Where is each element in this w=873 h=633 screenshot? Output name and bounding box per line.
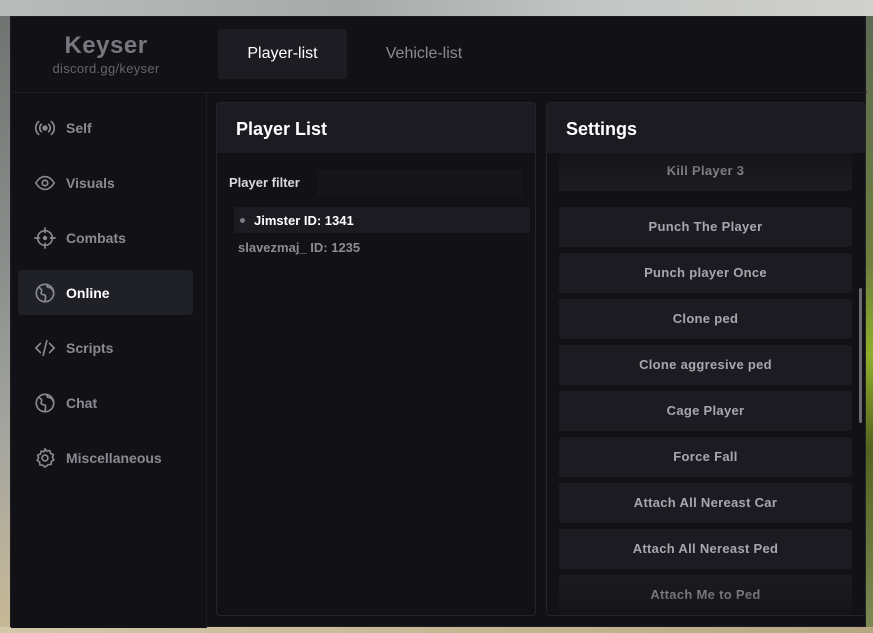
clone-ped-button[interactable]: Clone ped bbox=[559, 299, 852, 339]
globe-icon bbox=[34, 392, 56, 414]
sidebar-item-label: Chat bbox=[66, 394, 98, 411]
attach-all-nearest-ped-button[interactable]: Attach All Nereast Ped bbox=[559, 529, 852, 569]
clone-aggresive-ped-button[interactable]: Clone aggresive ped bbox=[559, 345, 852, 385]
sidebar-item-label: Scripts bbox=[66, 339, 114, 356]
menu-window: Keyser discord.gg/keyser Player-list Veh… bbox=[10, 16, 867, 628]
globe-icon bbox=[34, 282, 56, 304]
game-background-left bbox=[0, 16, 10, 633]
brand: Keyser discord.gg/keyser bbox=[11, 17, 201, 92]
sidebar-item-label: Online bbox=[66, 284, 110, 301]
game-background-right bbox=[866, 16, 873, 633]
sidebar: Self Visuals Combats Online Scripts Chat… bbox=[11, 93, 206, 628]
force-fall-button[interactable]: Force Fall bbox=[559, 437, 852, 477]
sidebar-item-self[interactable]: Self bbox=[18, 105, 193, 150]
panel-header: Player List bbox=[217, 103, 535, 153]
panel-header: Settings bbox=[547, 103, 865, 153]
punch-the-player-button[interactable]: Punch The Player bbox=[559, 207, 852, 247]
player-name: slavezmaj_ ID: 1235 bbox=[238, 239, 361, 255]
attach-me-to-ped-button[interactable]: Attach Me to Ped bbox=[559, 575, 852, 615]
game-background-top bbox=[0, 0, 873, 16]
player-list-item[interactable]: slavezmaj_ ID: 1235 bbox=[234, 234, 530, 260]
sidebar-item-label: Combats bbox=[66, 229, 126, 246]
settings-list[interactable]: Kill Player 3 Punch The Player Punch pla… bbox=[547, 153, 865, 615]
sidebar-item-combats[interactable]: Combats bbox=[18, 215, 193, 260]
sidebar-item-miscellaneous[interactable]: Miscellaneous bbox=[18, 435, 193, 480]
player-filter-input[interactable] bbox=[317, 170, 522, 196]
tab-player-list[interactable]: Player-list bbox=[218, 29, 347, 79]
sidebar-item-online[interactable]: Online bbox=[18, 270, 193, 315]
player-list-item[interactable]: Jimster ID: 1341 bbox=[234, 207, 530, 233]
punch-player-once-button[interactable]: Punch player Once bbox=[559, 253, 852, 293]
panel-title: Settings bbox=[566, 119, 638, 139]
brand-name: Keyser bbox=[64, 32, 148, 59]
sidebar-item-chat[interactable]: Chat bbox=[18, 380, 193, 425]
settings-panel: Settings Kill Player 3 Punch The Player … bbox=[546, 102, 866, 616]
sidebar-divider bbox=[206, 93, 207, 628]
broadcast-icon bbox=[34, 117, 56, 139]
sidebar-item-label: Self bbox=[66, 119, 92, 136]
panel-title: Player List bbox=[236, 119, 328, 139]
kill-player-3-button[interactable]: Kill Player 3 bbox=[559, 153, 852, 191]
sidebar-item-label: Visuals bbox=[66, 174, 115, 191]
crosshair-icon bbox=[34, 226, 56, 249]
tab-vehicle-list[interactable]: Vehicle-list bbox=[359, 29, 489, 79]
eye-icon bbox=[34, 172, 56, 194]
sidebar-item-scripts[interactable]: Scripts bbox=[18, 325, 193, 370]
settings-scrollbar[interactable] bbox=[859, 288, 862, 423]
player-list-panel: Player List Player filter Jimster ID: 13… bbox=[216, 102, 536, 616]
sidebar-item-visuals[interactable]: Visuals bbox=[18, 160, 193, 205]
selected-dot-icon bbox=[240, 217, 245, 223]
player-name: Jimster ID: 1341 bbox=[254, 212, 354, 228]
code-icon bbox=[34, 337, 56, 359]
gear-icon bbox=[34, 447, 56, 469]
player-filter-label: Player filter bbox=[229, 175, 300, 190]
cage-player-button[interactable]: Cage Player bbox=[559, 391, 852, 431]
attach-all-nearest-car-button[interactable]: Attach All Nereast Car bbox=[559, 483, 852, 523]
brand-subtitle: discord.gg/keyser bbox=[52, 61, 160, 76]
sidebar-item-label: Miscellaneous bbox=[66, 449, 162, 466]
